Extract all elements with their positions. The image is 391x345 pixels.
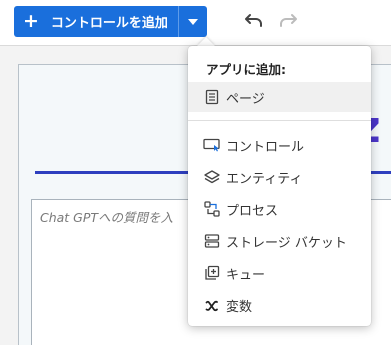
- storage-icon: [203, 232, 221, 250]
- control-icon: [203, 136, 221, 154]
- menu-item-label: コントロール: [226, 139, 305, 155]
- undo-button[interactable]: [243, 9, 265, 31]
- add-control-label: コントロールを追加: [50, 16, 168, 31]
- redo-button[interactable]: [277, 9, 299, 31]
- menu-item-label: キュー: [226, 267, 266, 283]
- menu-item-process[interactable]: プロセス: [188, 194, 371, 224]
- page-icon: [203, 88, 221, 106]
- queue-icon: [203, 264, 221, 282]
- menu-pointer: [197, 37, 215, 46]
- add-control-button[interactable]: + コントロールを追加: [14, 6, 178, 37]
- add-to-app-menu: アプリに追加: ページ コントロール エンティティ プロセス ストレージ バケッ…: [188, 46, 371, 326]
- layers-icon: [203, 168, 221, 186]
- menu-item-label: エンティティ: [226, 171, 303, 187]
- menu-divider: [188, 120, 371, 121]
- menu-heading: アプリに追加:: [206, 62, 286, 77]
- add-control-dropdown-button[interactable]: [179, 6, 207, 37]
- chat-input-placeholder: Chat GPTへの質問を入: [40, 210, 174, 225]
- menu-item-page[interactable]: ページ: [188, 82, 371, 112]
- menu-item-label: 変数: [226, 299, 253, 315]
- menu-item-queue[interactable]: キュー: [188, 258, 371, 288]
- menu-item-storage-bucket[interactable]: ストレージ バケット: [188, 226, 371, 256]
- process-icon: [203, 200, 221, 218]
- menu-item-entity[interactable]: エンティティ: [188, 162, 371, 192]
- menu-item-label: ページ: [226, 91, 265, 107]
- add-control-split-button: + コントロールを追加: [14, 6, 207, 37]
- caret-down-icon: [187, 18, 198, 25]
- menu-item-label: ストレージ バケット: [226, 235, 347, 251]
- menu-item-label: プロセス: [226, 203, 279, 219]
- menu-item-variable[interactable]: 変数: [188, 290, 371, 320]
- undo-icon: [245, 14, 262, 27]
- menu-item-control[interactable]: コントロール: [188, 130, 371, 160]
- variable-icon: [203, 296, 221, 314]
- plus-icon: +: [23, 10, 39, 32]
- redo-icon: [280, 14, 297, 27]
- app-root: + コントロールを追加 z Chat GPTへの質問を入 アプリに追加:: [0, 0, 391, 345]
